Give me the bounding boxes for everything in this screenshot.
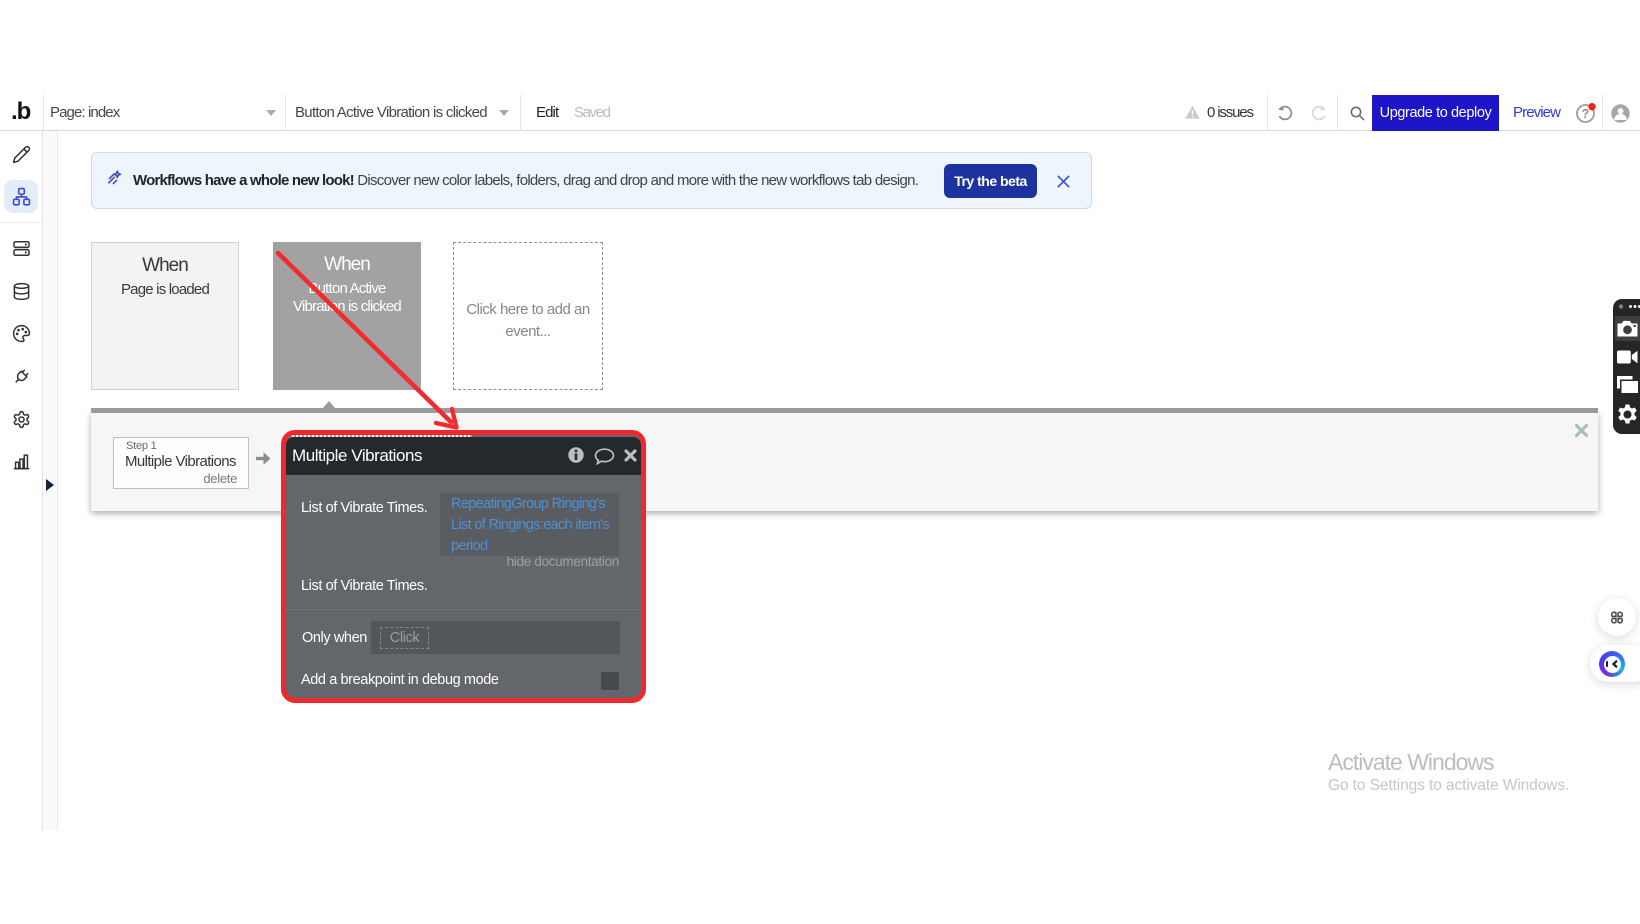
svg-text:?: ?: [1582, 107, 1590, 121]
